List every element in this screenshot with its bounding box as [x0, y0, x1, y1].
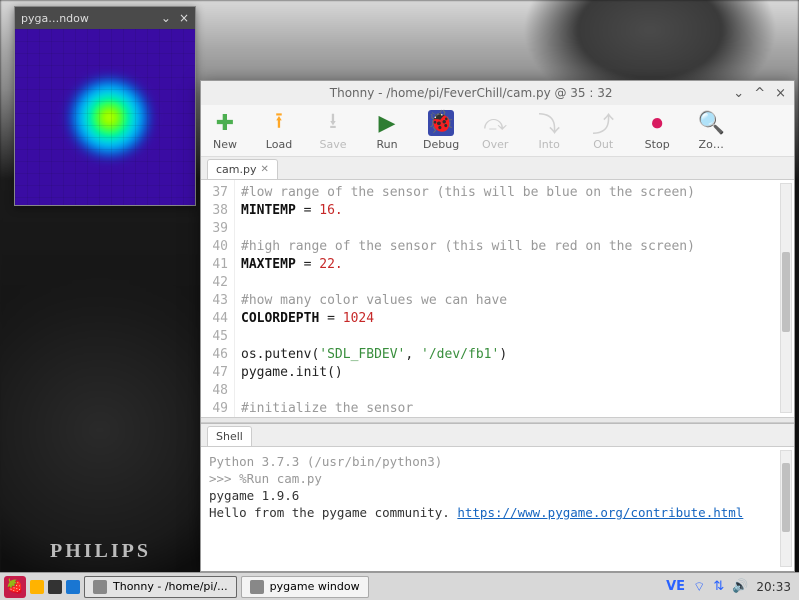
- window-close-button[interactable]: ×: [775, 86, 786, 101]
- run-icon: ▶: [374, 110, 400, 136]
- shell-scrollbar[interactable]: [780, 450, 792, 567]
- new-button[interactable]: ✚ New: [207, 110, 243, 151]
- tab-close-icon[interactable]: ✕: [261, 164, 269, 175]
- zoom-label: Zo…: [699, 138, 724, 151]
- over-icon: ⤼: [482, 110, 508, 136]
- taskbar-app-label: Thonny - /home/pi/...: [113, 580, 228, 593]
- line-gutter: 37383940414243444546474849: [201, 180, 235, 417]
- shell-tab[interactable]: Shell: [207, 426, 252, 446]
- system-tray: VE ⌔ ⇅ 🔊 20:33: [666, 579, 795, 595]
- debug-label: Debug: [423, 138, 459, 151]
- new-label: New: [213, 138, 237, 151]
- out-button: ⤴ Out: [585, 110, 621, 151]
- taskbar-app-pygame[interactable]: pygame window: [241, 576, 369, 598]
- shell-link[interactable]: https://www.pygame.org/contribute.html: [457, 505, 743, 520]
- thonny-titlebar[interactable]: Thonny - /home/pi/FeverChill/cam.py @ 35…: [201, 81, 794, 105]
- stop-icon: ⏺: [644, 110, 670, 136]
- thonny-title-text: Thonny - /home/pi/FeverChill/cam.py @ 35…: [209, 86, 733, 100]
- save-icon: ⭳: [320, 110, 346, 136]
- pygame-titlebar[interactable]: pyga…ndow ⌄ ×: [15, 7, 195, 29]
- window-maximize-button[interactable]: ^: [754, 86, 765, 101]
- code-content[interactable]: #low range of the sensor (this will be b…: [235, 180, 794, 417]
- browser-icon[interactable]: [66, 580, 80, 594]
- run-label: Run: [376, 138, 397, 151]
- code-editor[interactable]: 37383940414243444546474849 #low range of…: [201, 179, 794, 417]
- stop-label: Stop: [645, 138, 670, 151]
- taskbar-app-icon: [93, 580, 107, 594]
- shell-tab-label: Shell: [216, 430, 243, 443]
- volume-tray-icon[interactable]: 🔊: [732, 579, 748, 594]
- vnc-tray-icon[interactable]: VE: [666, 579, 685, 594]
- terminal-icon[interactable]: [48, 580, 62, 594]
- bluetooth-tray-icon[interactable]: ⌔: [693, 579, 705, 595]
- shell-run-cmd: %Run cam.py: [239, 471, 322, 486]
- taskbar-app-thonny[interactable]: Thonny - /home/pi/...: [84, 576, 237, 598]
- load-button[interactable]: ⭱ Load: [261, 110, 297, 151]
- taskbar-app-label: pygame window: [270, 580, 360, 593]
- taskbar-clock[interactable]: 20:33: [756, 580, 791, 594]
- thonny-toolbar: ✚ New ⭱ Load ⭳Save ▶ Run 🐞 Debug ⤼ Over ⤵ Into ⤴ Out ⏺ S…: [201, 105, 794, 157]
- zoom-button[interactable]: 🔍 Zo…: [693, 110, 729, 151]
- debug-icon: 🐞: [428, 110, 454, 136]
- file-manager-icon[interactable]: [30, 580, 44, 594]
- pygame-close-button[interactable]: ×: [179, 11, 189, 25]
- stop-button[interactable]: ⏺ Stop: [639, 110, 675, 151]
- shell-pygame-version: pygame 1.9.6: [209, 487, 786, 504]
- shell-python-version: Python 3.7.3 (/usr/bin/python3): [209, 453, 786, 470]
- thonny-window[interactable]: Thonny - /home/pi/FeverChill/cam.py @ 35…: [200, 80, 795, 572]
- debug-button[interactable]: 🐞 Debug: [423, 110, 459, 151]
- shell-prompt: >>>: [209, 471, 239, 486]
- into-icon: ⤵: [536, 110, 562, 136]
- pygame-window[interactable]: pyga…ndow ⌄ ×: [14, 6, 196, 206]
- taskbar[interactable]: 🍓 Thonny - /home/pi/... pygame window VE …: [0, 572, 799, 600]
- window-minimize-button[interactable]: ⌄: [733, 86, 744, 101]
- run-button[interactable]: ▶ Run: [369, 110, 405, 151]
- pygame-title-text: pyga…ndow: [21, 12, 157, 25]
- tab-label: cam.py: [216, 163, 257, 176]
- thermal-canvas: [15, 29, 195, 205]
- pygame-minimize-button[interactable]: ⌄: [161, 11, 171, 25]
- into-button: ⤵ Into: [531, 110, 567, 151]
- editor-scrollbar[interactable]: [780, 183, 792, 413]
- shell-hello-text: Hello from the pygame community.: [209, 505, 457, 520]
- raspberry-menu-icon[interactable]: 🍓: [4, 576, 26, 598]
- editor-tabs: cam.py ✕: [201, 157, 794, 179]
- taskbar-app-icon: [250, 580, 264, 594]
- load-icon: ⭱: [266, 110, 292, 136]
- save-button: ⭳Save: [315, 110, 351, 151]
- over-button: ⤼ Over: [477, 110, 513, 151]
- out-label: Out: [593, 138, 613, 151]
- wallpaper-logo: PHILIPS: [50, 540, 151, 563]
- new-icon: ✚: [212, 110, 238, 136]
- out-icon: ⤴: [590, 110, 616, 136]
- shell-output[interactable]: Python 3.7.3 (/usr/bin/python3) >>> %Run…: [201, 446, 794, 571]
- over-label: Over: [482, 138, 508, 151]
- zoom-icon: 🔍: [698, 110, 724, 136]
- network-tray-icon[interactable]: ⇅: [713, 579, 724, 594]
- tab-cam-py[interactable]: cam.py ✕: [207, 159, 278, 179]
- into-label: Into: [539, 138, 560, 151]
- load-label: Load: [266, 138, 292, 151]
